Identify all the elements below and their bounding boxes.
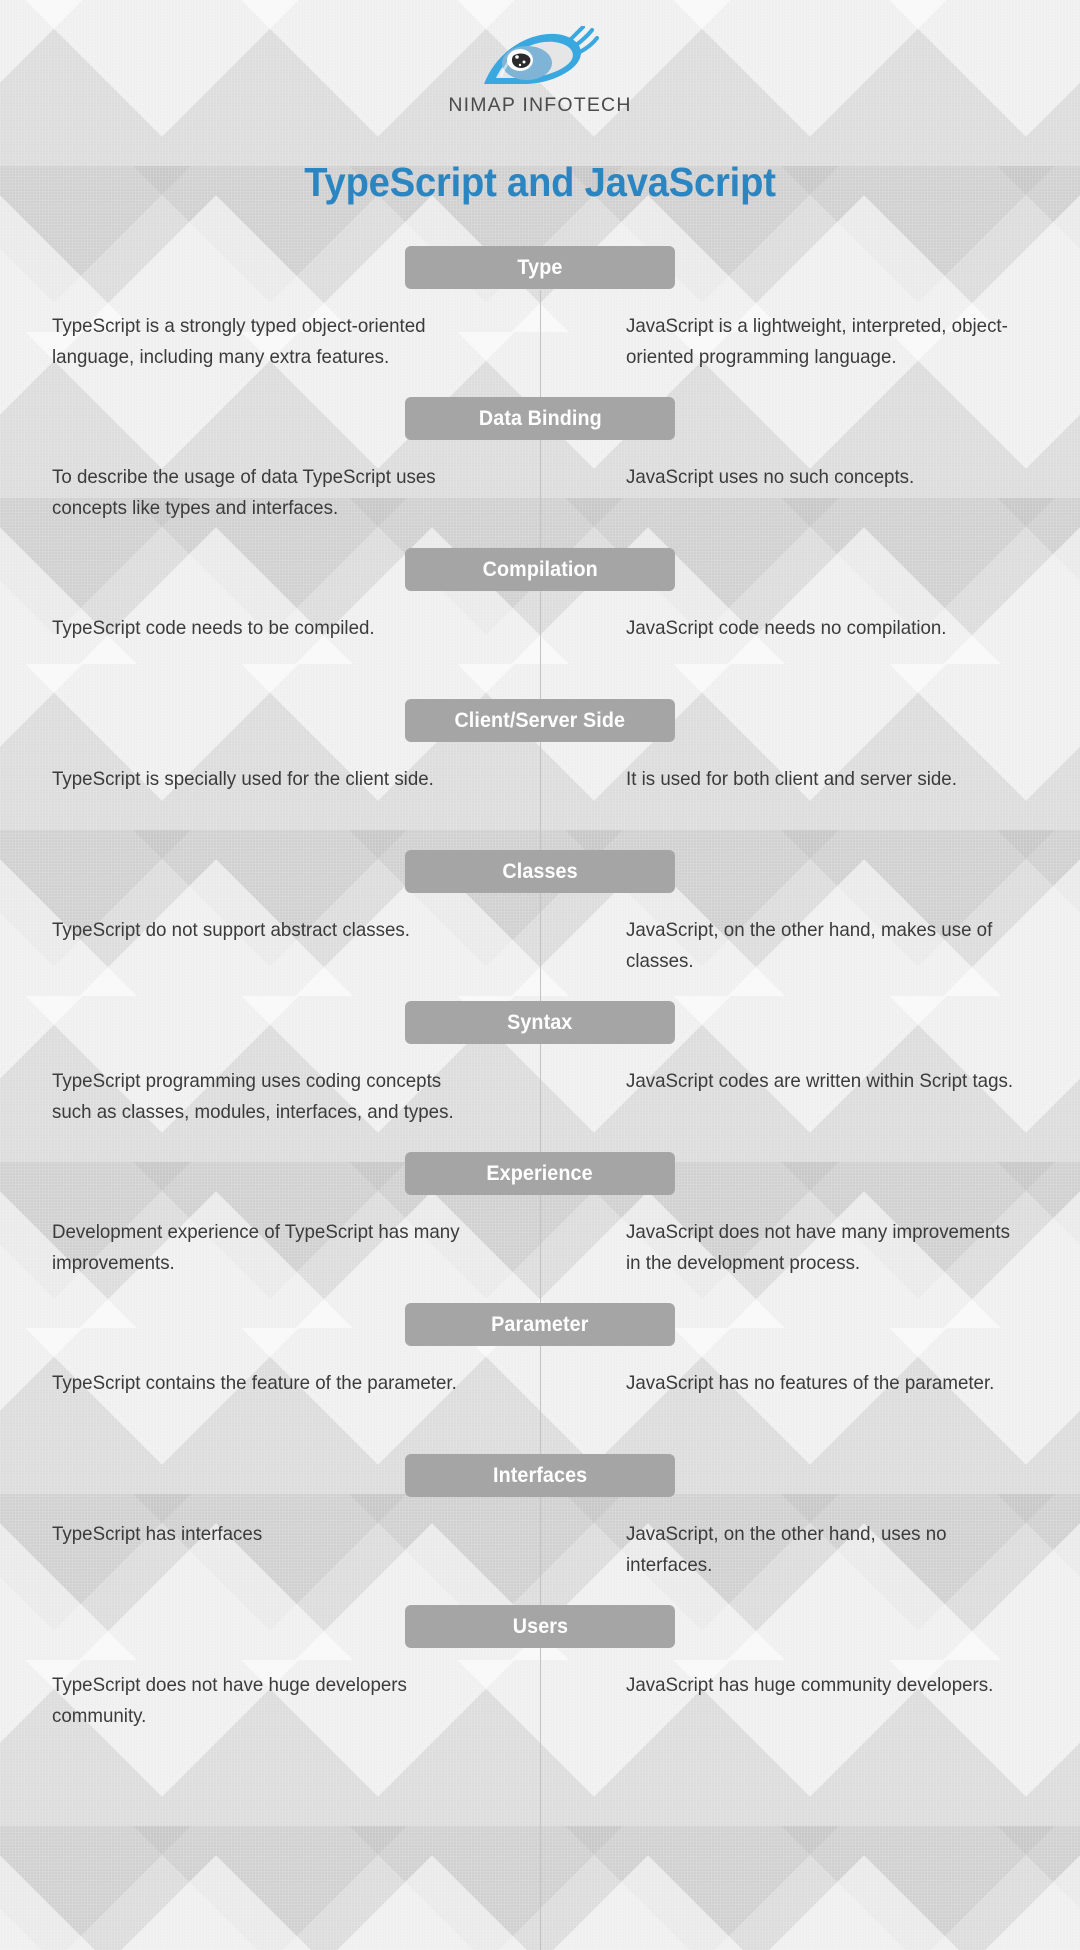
javascript-cell: JavaScript does not have many improvemen… bbox=[540, 1217, 1080, 1303]
row-header-label: Parameter bbox=[491, 1312, 589, 1336]
row-body: TypeScript does not have huge developers… bbox=[0, 1670, 1080, 1756]
row-header-label: Experience bbox=[486, 1161, 594, 1185]
typescript-cell: TypeScript does not have huge developers… bbox=[0, 1670, 540, 1756]
infographic-page: NIMAP INFOTECH TypeScript and JavaScript… bbox=[0, 0, 1080, 1950]
row-body: TypeScript code needs to be compiled. Ja… bbox=[0, 613, 1080, 699]
row-body: Development experience of TypeScript has… bbox=[0, 1217, 1080, 1303]
javascript-cell: JavaScript is a lightweight, interpreted… bbox=[540, 311, 1080, 397]
comparison-row: Parameter TypeScript contains the featur… bbox=[0, 1303, 1080, 1454]
typescript-cell: To describe the usage of data TypeScript… bbox=[0, 462, 540, 548]
comparison-row: Syntax TypeScript programming uses codin… bbox=[0, 1001, 1080, 1152]
typescript-cell: TypeScript code needs to be compiled. bbox=[0, 613, 540, 699]
page-title: TypeScript and JavaScript bbox=[304, 159, 776, 205]
row-header-badge: Experience bbox=[405, 1152, 675, 1195]
javascript-cell: JavaScript uses no such concepts. bbox=[540, 462, 1080, 548]
comparison-row: Experience Development experience of Typ… bbox=[0, 1152, 1080, 1303]
javascript-cell: JavaScript has huge community developers… bbox=[540, 1670, 1080, 1756]
typescript-text: To describe the usage of data TypeScript… bbox=[52, 466, 436, 519]
javascript-text: It is used for both client and server si… bbox=[626, 768, 957, 790]
typescript-text: TypeScript has interfaces bbox=[52, 1523, 263, 1545]
typescript-cell: TypeScript is a strongly typed object-or… bbox=[0, 311, 540, 397]
row-body: TypeScript contains the feature of the p… bbox=[0, 1368, 1080, 1454]
row-header-badge: Compilation bbox=[405, 548, 675, 591]
javascript-text: JavaScript, on the other hand, uses no i… bbox=[626, 1523, 947, 1576]
row-body: TypeScript programming uses coding conce… bbox=[0, 1066, 1080, 1152]
row-header-badge: Parameter bbox=[405, 1303, 675, 1346]
comparison-row: Users TypeScript does not have huge deve… bbox=[0, 1605, 1080, 1756]
javascript-cell: JavaScript, on the other hand, makes use… bbox=[540, 915, 1080, 1001]
brand-header: NIMAP INFOTECH bbox=[0, 0, 1080, 117]
typescript-text: TypeScript is a strongly typed object-or… bbox=[52, 315, 426, 368]
comparison-row: Classes TypeScript do not support abstra… bbox=[0, 850, 1080, 1001]
typescript-text: TypeScript do not support abstract class… bbox=[52, 919, 410, 941]
comparison-row: Interfaces TypeScript has interfaces Jav… bbox=[0, 1454, 1080, 1605]
javascript-cell: JavaScript has no features of the parame… bbox=[540, 1368, 1080, 1454]
typescript-cell: TypeScript do not support abstract class… bbox=[0, 915, 540, 1001]
row-header-label: Classes bbox=[502, 859, 578, 883]
row-header-label: Users bbox=[512, 1614, 568, 1638]
typescript-text: TypeScript contains the feature of the p… bbox=[52, 1372, 457, 1394]
row-body: To describe the usage of data TypeScript… bbox=[0, 462, 1080, 548]
javascript-cell: JavaScript codes are written within Scri… bbox=[540, 1066, 1080, 1152]
row-header-label: Data Binding bbox=[478, 406, 602, 430]
javascript-text: JavaScript is a lightweight, interpreted… bbox=[626, 315, 1008, 368]
typescript-text: TypeScript programming uses coding conce… bbox=[52, 1070, 454, 1123]
eye-icon bbox=[484, 26, 599, 84]
row-header-badge: Interfaces bbox=[405, 1454, 675, 1497]
typescript-cell: TypeScript is specially used for the cli… bbox=[0, 764, 540, 850]
row-header-label: Type bbox=[517, 255, 563, 279]
comparison-row: Client/Server Side TypeScript is special… bbox=[0, 699, 1080, 850]
typescript-text: TypeScript is specially used for the cli… bbox=[52, 768, 434, 790]
javascript-text: JavaScript uses no such concepts. bbox=[626, 466, 915, 488]
javascript-text: JavaScript has no features of the parame… bbox=[626, 1372, 995, 1394]
javascript-text: JavaScript does not have many improvemen… bbox=[626, 1221, 1010, 1274]
row-header-label: Compilation bbox=[482, 557, 598, 581]
row-body: TypeScript is a strongly typed object-or… bbox=[0, 311, 1080, 397]
comparison-row: Type TypeScript is a strongly typed obje… bbox=[0, 246, 1080, 397]
javascript-cell: JavaScript, on the other hand, uses no i… bbox=[540, 1519, 1080, 1605]
row-header-badge: Client/Server Side bbox=[405, 699, 675, 742]
row-header-badge: Users bbox=[405, 1605, 675, 1648]
row-header-label: Syntax bbox=[507, 1010, 573, 1034]
row-body: TypeScript is specially used for the cli… bbox=[0, 764, 1080, 850]
row-header-label: Interfaces bbox=[492, 1463, 588, 1487]
typescript-text: TypeScript code needs to be compiled. bbox=[52, 617, 375, 639]
comparison-rows: Type TypeScript is a strongly typed obje… bbox=[0, 246, 1080, 1756]
javascript-cell: It is used for both client and server si… bbox=[540, 764, 1080, 850]
typescript-cell: TypeScript has interfaces bbox=[0, 1519, 540, 1605]
row-body: TypeScript has interfaces JavaScript, on… bbox=[0, 1519, 1080, 1605]
row-header-label: Client/Server Side bbox=[454, 708, 626, 732]
comparison-row: Compilation TypeScript code needs to be … bbox=[0, 548, 1080, 699]
comparison-row: Data Binding To describe the usage of da… bbox=[0, 397, 1080, 548]
javascript-text: JavaScript code needs no compilation. bbox=[626, 617, 947, 639]
javascript-cell: JavaScript code needs no compilation. bbox=[540, 613, 1080, 699]
typescript-cell: Development experience of TypeScript has… bbox=[0, 1217, 540, 1303]
javascript-text: JavaScript codes are written within Scri… bbox=[626, 1070, 1014, 1092]
typescript-text: TypeScript does not have huge developers… bbox=[52, 1674, 407, 1727]
row-body: TypeScript do not support abstract class… bbox=[0, 915, 1080, 1001]
typescript-text: Development experience of TypeScript has… bbox=[52, 1221, 460, 1274]
javascript-text: JavaScript has huge community developers… bbox=[626, 1674, 994, 1696]
javascript-text: JavaScript, on the other hand, makes use… bbox=[626, 919, 993, 972]
row-header-badge: Syntax bbox=[405, 1001, 675, 1044]
brand-wordmark: NIMAP INFOTECH bbox=[448, 94, 632, 116]
row-header-badge: Classes bbox=[405, 850, 675, 893]
row-header-badge: Data Binding bbox=[405, 397, 675, 440]
row-header-badge: Type bbox=[405, 246, 675, 289]
typescript-cell: TypeScript programming uses coding conce… bbox=[0, 1066, 540, 1152]
typescript-cell: TypeScript contains the feature of the p… bbox=[0, 1368, 540, 1454]
